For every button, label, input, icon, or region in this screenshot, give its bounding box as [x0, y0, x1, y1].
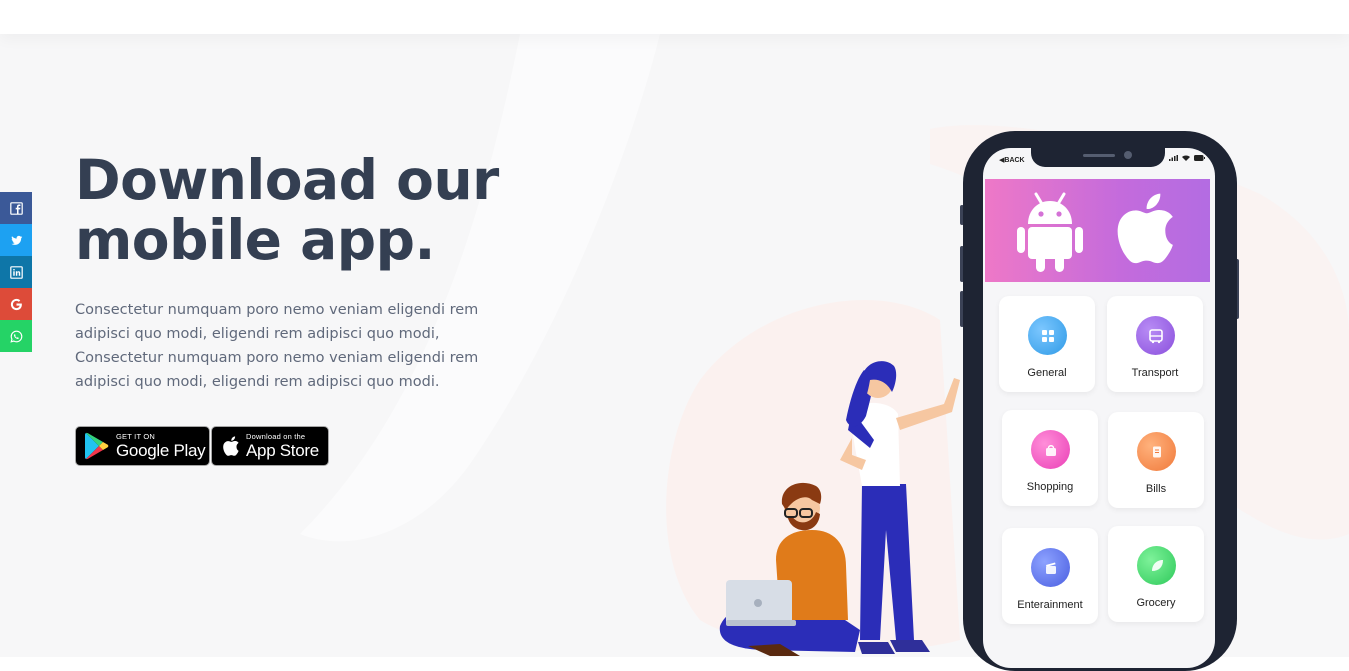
- google-play-icon: [84, 432, 110, 460]
- shopping-bag-icon: [1031, 430, 1070, 469]
- social-share-bar: [0, 192, 32, 352]
- twitter-share-button[interactable]: [0, 224, 32, 256]
- people-illustration: [666, 300, 960, 656]
- phone-camera: [1124, 151, 1132, 159]
- tile-label: Bills: [1145, 483, 1167, 495]
- apple-icon: [1117, 193, 1173, 264]
- phone-speaker: [1083, 154, 1115, 157]
- wifi-icon: [1182, 155, 1190, 161]
- tile-general[interactable]: General: [999, 296, 1095, 392]
- back-label: BACK: [1004, 157, 1025, 164]
- description-line: Consectetur numquam poro nemo veniam eli…: [75, 302, 479, 318]
- tile-grocery[interactable]: Grocery: [1108, 526, 1204, 622]
- phone-screen: ◀BACK General Transport Shopping Bills E…: [983, 148, 1215, 668]
- tile-transport[interactable]: Transport: [1107, 296, 1203, 392]
- twitter-icon: [10, 235, 22, 245]
- top-navbar-strip: [0, 0, 1349, 34]
- facebook-icon: [9, 201, 23, 215]
- receipt-icon: [1137, 432, 1176, 471]
- platform-banner: [985, 179, 1210, 282]
- description-line: Consectetur numquam poro nemo veniam eli…: [75, 350, 479, 366]
- app-store-label: App Store: [246, 440, 319, 460]
- tile-label: Transport: [1131, 367, 1179, 379]
- hero-description: Consectetur numquam poro nemo veniam eli…: [75, 298, 485, 394]
- back-link[interactable]: ◀BACK: [999, 156, 1025, 164]
- description-line: adipisci quo modi, eligendi rem adipisci…: [75, 326, 440, 342]
- leaf-icon: [1137, 546, 1176, 585]
- linkedin-icon: [9, 265, 23, 279]
- tile-label: Shopping: [1026, 481, 1074, 493]
- headline-line-1: Download our: [75, 148, 499, 212]
- google-play-button[interactable]: GET IT ON Google Play: [75, 426, 210, 466]
- bus-icon: [1136, 316, 1175, 355]
- whatsapp-share-button[interactable]: [0, 320, 32, 352]
- google-play-label: Google Play: [116, 440, 206, 460]
- google-play-caption: GET IT ON: [116, 432, 156, 442]
- tile-bills[interactable]: Bills: [1108, 412, 1204, 508]
- google-share-button[interactable]: [0, 288, 32, 320]
- android-icon: [1017, 192, 1083, 272]
- phone-notch: [1031, 148, 1165, 167]
- linkedin-share-button[interactable]: [0, 256, 32, 288]
- grid-icon: [1028, 316, 1067, 355]
- description-line: adipisci quo modi, eligendi rem adipisci…: [75, 374, 440, 390]
- google-icon: [10, 298, 22, 310]
- phone-mockup: ◀BACK General Transport Shopping Bills E…: [960, 131, 1239, 671]
- status-icons: [1169, 155, 1205, 161]
- clapper-icon: [1031, 548, 1070, 587]
- app-store-caption: Download on the: [246, 432, 306, 442]
- tile-shopping[interactable]: Shopping: [1002, 410, 1098, 506]
- whatsapp-icon: [9, 330, 22, 343]
- tile-label: General: [1027, 367, 1067, 379]
- battery-icon: [1194, 155, 1205, 161]
- app-store-button[interactable]: Download on the App Store: [211, 426, 329, 466]
- signal-icon: [1169, 155, 1178, 161]
- page-title: Download our mobile app.: [75, 150, 499, 270]
- headline-line-2: mobile app.: [75, 208, 435, 272]
- tile-entertainment[interactable]: Enterainment: [1002, 528, 1098, 624]
- facebook-share-button[interactable]: [0, 192, 32, 224]
- tile-label: Enterainment: [1017, 599, 1083, 611]
- apple-icon: [220, 434, 240, 458]
- tile-label: Grocery: [1136, 597, 1176, 609]
